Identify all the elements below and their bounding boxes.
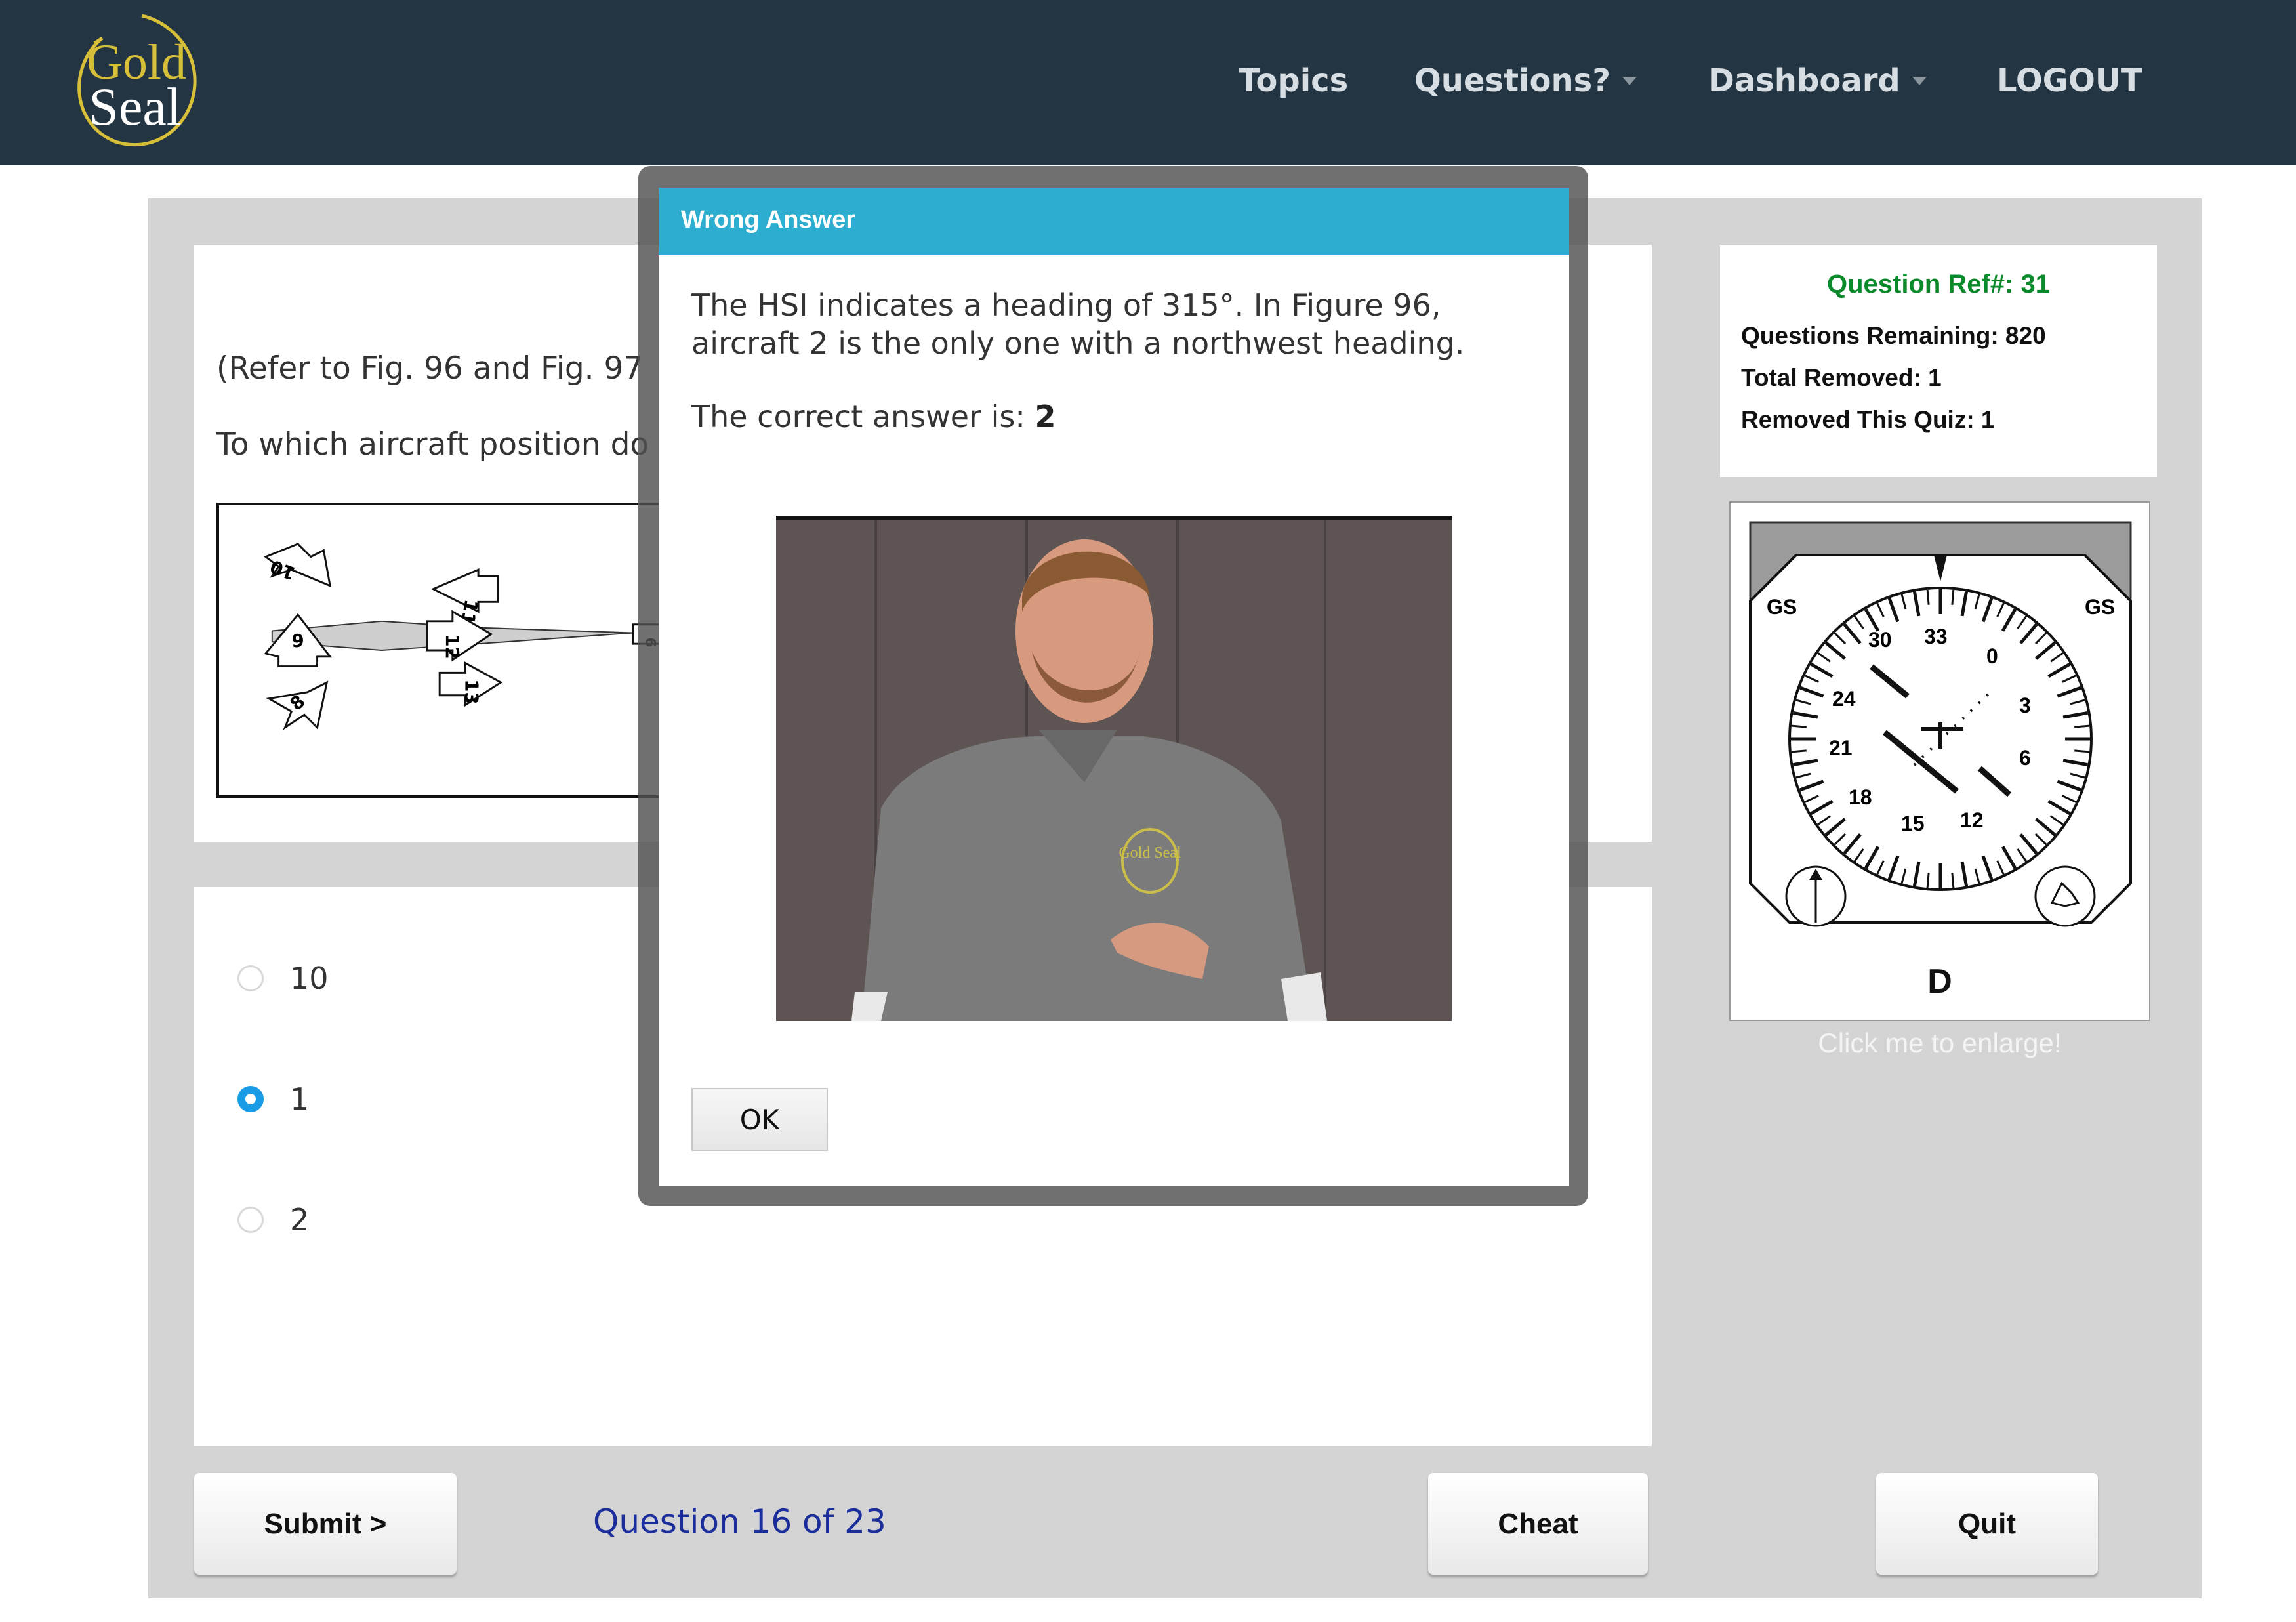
- enlarge-hint-link[interactable]: Click me to enlarge!: [1729, 1028, 2150, 1059]
- top-navbar: Gold Seal Topics Questions? Dashboard LO…: [0, 0, 2296, 165]
- question-counter: Question 16 of 23: [593, 1503, 886, 1541]
- nav-questions[interactable]: Questions?: [1414, 58, 1637, 104]
- removed-this-quiz: Removed This Quiz: 1: [1741, 406, 1995, 433]
- compass-tick: [1951, 589, 1955, 605]
- radio-button-selected[interactable]: [237, 1086, 264, 1112]
- nav-logout[interactable]: LOGOUT: [1997, 58, 2142, 104]
- compass-tick: [1926, 589, 1930, 605]
- answer-option-label: 2: [290, 1202, 310, 1237]
- glideslope-label: GS: [1767, 595, 1797, 619]
- aircraft-label: 9: [292, 631, 304, 652]
- nav-questions-label: Questions?: [1414, 62, 1611, 99]
- explanation-video[interactable]: Gold Seal: [776, 516, 1452, 1021]
- compass-tick: [1791, 749, 1807, 753]
- aircraft-positions-diagram: 10 9 8 11 12 13 6: [263, 543, 673, 730]
- submit-button[interactable]: Submit >: [194, 1473, 457, 1575]
- compass-label: 15: [1901, 812, 1925, 835]
- compass-label: 24: [1832, 687, 1856, 711]
- hsi-instrument-diagram: 30 33 0 3 6 12 15 18 21 24 GS GS: [1749, 521, 2132, 927]
- compass-label: 12: [1960, 808, 1984, 832]
- dialog-header: Wrong Answer: [659, 188, 1569, 255]
- answer-option[interactable]: 2: [237, 1202, 309, 1237]
- correct-answer-line: The correct answer is: 2: [691, 399, 1056, 434]
- question-reference-text: (Refer to Fig. 96 and Fig. 97: [216, 350, 644, 386]
- chevron-down-icon: [1622, 76, 1637, 85]
- nav-topics[interactable]: Topics: [1239, 58, 1348, 104]
- correct-answer-value: 2: [1035, 399, 1056, 434]
- compass-label: 3: [2019, 694, 2031, 717]
- answer-option[interactable]: 10: [237, 961, 329, 996]
- compass-label: 30: [1868, 628, 1892, 652]
- compass-label: 0: [1986, 644, 1998, 668]
- ok-button[interactable]: OK: [691, 1088, 828, 1151]
- wrong-answer-dialog: Wrong Answer The HSI indicates a heading…: [659, 188, 1569, 1186]
- nav-topics-label: Topics: [1239, 62, 1349, 99]
- correct-answer-prefix: The correct answer is:: [691, 399, 1035, 434]
- nav-dashboard[interactable]: Dashboard: [1708, 58, 1927, 104]
- total-removed: Total Removed: 1: [1741, 364, 1942, 391]
- logo-word-seal: Seal: [89, 77, 181, 136]
- question-ref: Question Ref#: 31: [1826, 270, 2051, 299]
- aircraft-label: 13: [461, 679, 482, 704]
- radio-button[interactable]: [237, 965, 264, 991]
- compass-tick: [1791, 724, 1807, 728]
- compass-label: 21: [1829, 736, 1853, 760]
- gold-seal-logo[interactable]: Gold Seal: [63, 12, 207, 151]
- quit-button[interactable]: Quit: [1876, 1473, 2098, 1575]
- logo-emblem-icon: Gold Seal: [77, 14, 197, 147]
- questions-remaining: Questions Remaining: 820: [1741, 322, 2046, 349]
- compass-tick: [1926, 873, 1930, 888]
- compass-tick: [2074, 724, 2090, 728]
- hsi-figure-thumbnail[interactable]: 30 33 0 3 6 12 15 18 21 24 GS GS D: [1729, 501, 2150, 1021]
- compass-label: 18: [1849, 785, 1872, 809]
- nav-dashboard-label: Dashboard: [1708, 62, 1900, 99]
- compass-tick: [1951, 873, 1955, 888]
- radio-button[interactable]: [237, 1207, 264, 1233]
- compass-label: 33: [1924, 625, 1948, 648]
- cheat-button[interactable]: Cheat: [1428, 1473, 1648, 1575]
- answer-option-label: 1: [290, 1081, 310, 1117]
- compass-label: 6: [2019, 746, 2031, 770]
- glideslope-label: GS: [2085, 595, 2115, 619]
- compass-tick: [2074, 749, 2090, 753]
- figure-option-label: D: [1927, 963, 1952, 1001]
- answer-option-label: 10: [290, 961, 329, 996]
- answer-option[interactable]: 1: [237, 1081, 309, 1117]
- shirt-logo-text: Gold Seal: [1118, 844, 1181, 862]
- question-prompt-text: To which aircraft position do: [216, 426, 649, 463]
- nav-logout-label: LOGOUT: [1997, 62, 2142, 99]
- dialog-explanation: The HSI indicates a heading of 315°. In …: [691, 287, 1465, 361]
- question-stats-panel: Question Ref#: 31 Questions Remaining: 8…: [1720, 245, 2157, 477]
- dialog-title: Wrong Answer: [681, 206, 856, 234]
- chevron-down-icon: [1912, 76, 1927, 85]
- figure-96-image[interactable]: 10 9 8 11 12 13 6: [216, 503, 676, 798]
- aircraft-label: 12: [441, 634, 462, 659]
- video-frame-presenter: Gold Seal: [776, 520, 1452, 1021]
